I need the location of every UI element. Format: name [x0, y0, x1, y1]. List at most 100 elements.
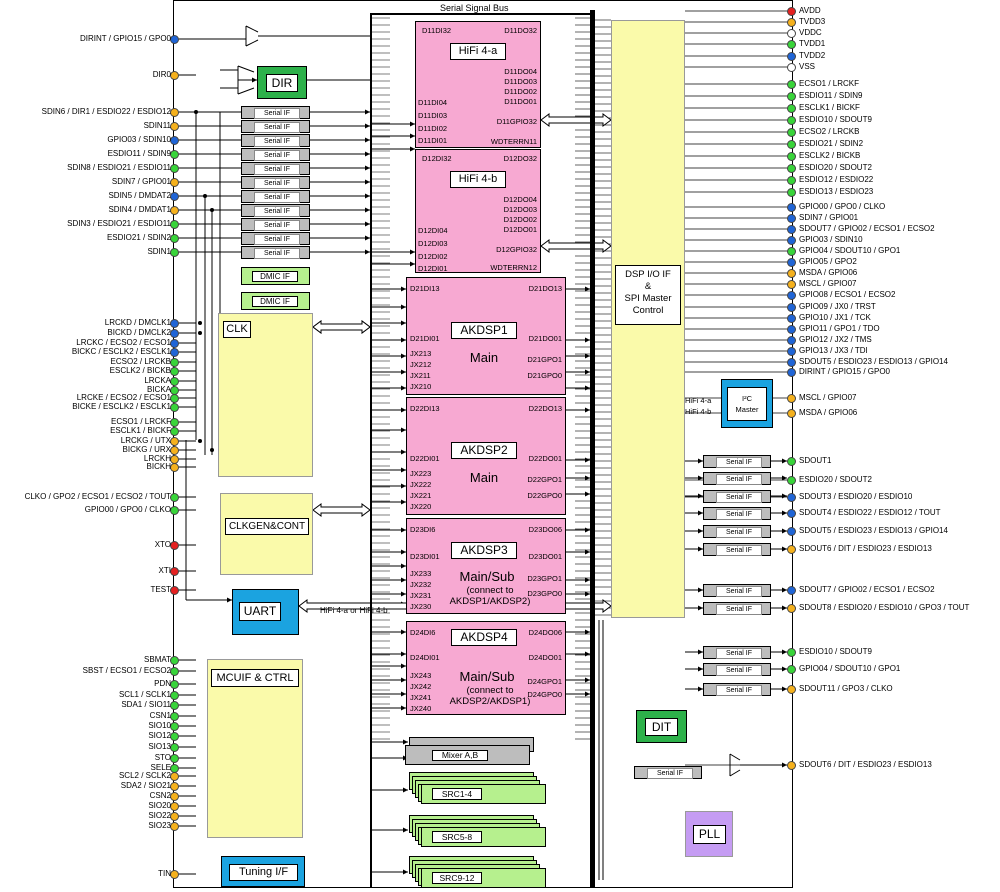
serial-if-box: Serial IF [703, 663, 771, 676]
pin-dot [170, 348, 179, 357]
dsp3-gpo1: D23GPO1 [527, 574, 562, 583]
right-pin-label: ESDIO13 / ESDIO23 [799, 187, 874, 196]
dsp4-di1: D24DI01 [410, 653, 440, 662]
dsp3-jx0: JX230 [410, 602, 432, 611]
serial-if-box: Serial IF [703, 490, 771, 503]
right-pin-label: SDOUT3 / ESDIO20 / ESDIO10 [799, 492, 913, 501]
dsp1-jx0: JX210 [410, 382, 432, 391]
dsp2-jx1: JX221 [410, 491, 432, 500]
left-pin-label: SDIN11 [143, 121, 171, 130]
dsp4-jx0: JX240 [410, 704, 432, 713]
serial-if-label: Serial IF [254, 164, 300, 175]
pin-dot [170, 772, 179, 781]
pin-dot [787, 368, 796, 377]
akdsp3-block: D23DI6 D23DO06 AKDSP3 D23DI01 D23DO01 Ma… [406, 518, 566, 614]
hifi-b-do-1: D12DO01 [503, 225, 537, 234]
pin-dot [787, 63, 796, 72]
hifi-a-do-top: D11DO32 [504, 26, 537, 35]
dsp3-di1: D23DI01 [410, 552, 440, 561]
hifi-b-wdt: WDTERRN12 [490, 263, 537, 272]
pin-dot [787, 258, 796, 267]
dir-block: DIR [257, 66, 307, 99]
serial-if-label: Serial IF [716, 457, 762, 468]
dsp1-jx3: JX213 [410, 349, 432, 358]
pin-dot [787, 685, 796, 694]
dsp2-title: AKDSP2 [451, 442, 517, 459]
serial-if-box: Serial IF [241, 120, 310, 133]
hifi-a-do-1: D11DO01 [504, 97, 537, 106]
pll-block: PLL [685, 811, 733, 857]
serial-if-box: Serial IF [241, 106, 310, 119]
pin-dot [787, 80, 796, 89]
left-pin-label: SCL2 / SCLK2 [118, 771, 171, 780]
dmic-if-2-label: DMIC IF [252, 296, 298, 307]
pin-dot [787, 347, 796, 356]
serial-if-label: Serial IF [254, 150, 300, 161]
serial-if-label: Serial IF [254, 122, 300, 133]
right-pin-label: GPIO04 / SDOUT10 / GPO1 [799, 246, 901, 255]
right-pin-label: MSDA / GPIO06 [799, 268, 858, 277]
src-label: SRC9-12 [432, 872, 482, 884]
serial-if-box: Serial IF [241, 246, 310, 259]
right-pin-label: GPIO13 / JX3 / TDI [799, 346, 868, 355]
pin-dot [170, 586, 179, 595]
hifi-b-di-1: D12DI01 [418, 264, 448, 273]
dit-label: DIT [645, 718, 678, 736]
pin-dot [787, 457, 796, 466]
pin-dot [787, 761, 796, 770]
pin-dot [787, 104, 796, 113]
pin-dot [787, 358, 796, 367]
serial-if-box: Serial IF [241, 232, 310, 245]
pin-dot [170, 541, 179, 550]
left-pin-label: SDA1 / SIO11 [121, 700, 171, 709]
dsp1-mode: Main [469, 350, 499, 365]
hifi-a-gpio: D11GPIO32 [496, 117, 537, 126]
hifi-b-di-3: D12DI03 [418, 239, 448, 248]
dsp4-gpo1: D24GPO1 [527, 677, 562, 686]
dsp3-jx2: JX232 [410, 580, 432, 589]
mcuif-label: MCUIF & CTRL [211, 669, 299, 687]
right-pin-label: GPIO09 / JX0 / TRST [799, 302, 876, 311]
hifi-4a-block: D11DI32 D11DO32 HiFi 4-a D11DI04 D11DI03… [415, 21, 541, 148]
left-pin-label: SBMAT [144, 655, 171, 664]
serial-if-label: Serial IF [716, 648, 762, 659]
serial-if-label: Serial IF [716, 604, 762, 615]
dsp1-di1: D21DI01 [410, 334, 440, 343]
left-pin-label: ESCLK2 / BICKB [109, 366, 171, 375]
pin-dot [787, 527, 796, 536]
right-pin-label: ESDIO20 / SDOUT2 [799, 475, 872, 484]
left-pin-label: SDA2 / SIO21 [120, 781, 171, 790]
left-pin-label: TIN [158, 869, 171, 878]
pin-dot [787, 325, 796, 334]
dsp2-do1: D22DO01 [528, 454, 562, 463]
serial-if-box: Serial IF [241, 204, 310, 217]
serial-if-label: Serial IF [716, 474, 762, 485]
right-pin-label: GPIO03 / SDIN10 [799, 235, 863, 244]
left-pin-label: CSN2 [149, 791, 171, 800]
pin-dot [170, 446, 179, 455]
pin-dot [787, 164, 796, 173]
dmic-if-2: DMIC IF [241, 292, 310, 310]
pin-dot [170, 667, 179, 676]
dsp2-di-top: D22DI13 [410, 404, 440, 413]
dsp1-di-top: D21DI13 [410, 284, 440, 293]
serial-if-box: Serial IF [703, 507, 771, 520]
dsp1-title: AKDSP1 [451, 322, 517, 339]
dir-label: DIR [266, 74, 298, 92]
right-pin-label: GPIO05 / GPO2 [799, 257, 857, 266]
clkgen-label: CLKGEN&CONT [225, 518, 309, 535]
pin-dot [787, 225, 796, 234]
pin-dot [787, 52, 796, 61]
pin-dot [170, 437, 179, 446]
dmic-if-1-label: DMIC IF [252, 271, 298, 282]
left-pin-label: BICKD / DMCLK2 [107, 328, 171, 337]
pin-dot [170, 506, 179, 515]
bus-top-line [370, 13, 592, 15]
serial-if-box: Serial IF [241, 134, 310, 147]
dsp2-do-top: D22DO13 [528, 404, 562, 413]
left-pin-label: XTO [154, 540, 171, 549]
dsp2-di1: D22DI01 [410, 454, 440, 463]
pin-dot [787, 303, 796, 312]
dsp1-do1: D21DO01 [528, 334, 562, 343]
dsp4-title: AKDSP4 [451, 629, 517, 646]
